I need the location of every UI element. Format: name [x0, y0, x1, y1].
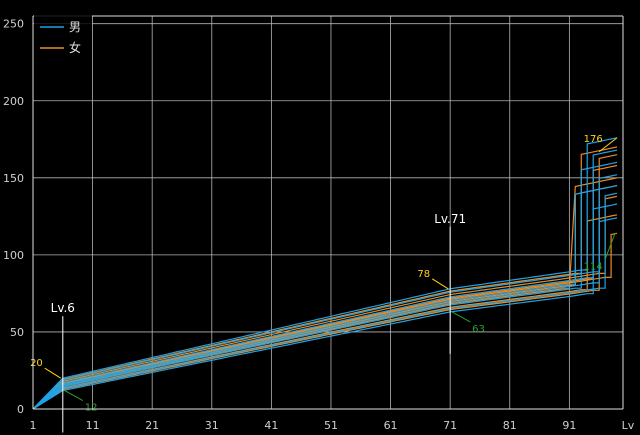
- legend: 男 女: [34, 12, 92, 58]
- x-tick-label: 41: [264, 419, 278, 432]
- x-tick-label: 71: [443, 419, 457, 432]
- marker-max-label-1: 78: [417, 269, 430, 280]
- legend-label-male: 男: [69, 20, 81, 34]
- marker-max-label-0: 20: [30, 358, 43, 369]
- x-tick-label: 81: [503, 419, 517, 432]
- plot-background: [0, 0, 640, 435]
- legend-box: [34, 12, 92, 58]
- x-tick-label: 11: [86, 419, 100, 432]
- x-tick-label: 51: [324, 419, 338, 432]
- marker-min-label-0: 12: [85, 403, 98, 414]
- marker-label-1: Lv.71: [434, 212, 466, 226]
- x-tick-label: 1: [30, 419, 37, 432]
- x-tick-label: 31: [205, 419, 219, 432]
- end-max-label: 176: [584, 134, 603, 145]
- chart: Lv.6 20 12 Lv.71 78 63 176 114 0 50 100 150 200 250 1…: [0, 0, 640, 435]
- end-min-label: 114: [584, 261, 603, 272]
- y-tick-label: 50: [10, 326, 24, 339]
- x-axis-label: Lv: [622, 419, 635, 432]
- x-tick-label: 21: [145, 419, 159, 432]
- y-tick-label: 150: [3, 172, 24, 185]
- y-tick-label: 100: [3, 249, 24, 262]
- marker-label-0: Lv.6: [51, 301, 75, 315]
- x-tick-label: 91: [562, 419, 576, 432]
- y-tick-label: 200: [3, 95, 24, 108]
- marker-min-label-1: 63: [472, 324, 485, 335]
- y-tick-label: 0: [17, 403, 24, 416]
- y-tick-label: 250: [3, 18, 24, 31]
- legend-label-female: 女: [69, 40, 81, 55]
- x-tick-label: 61: [384, 419, 398, 432]
